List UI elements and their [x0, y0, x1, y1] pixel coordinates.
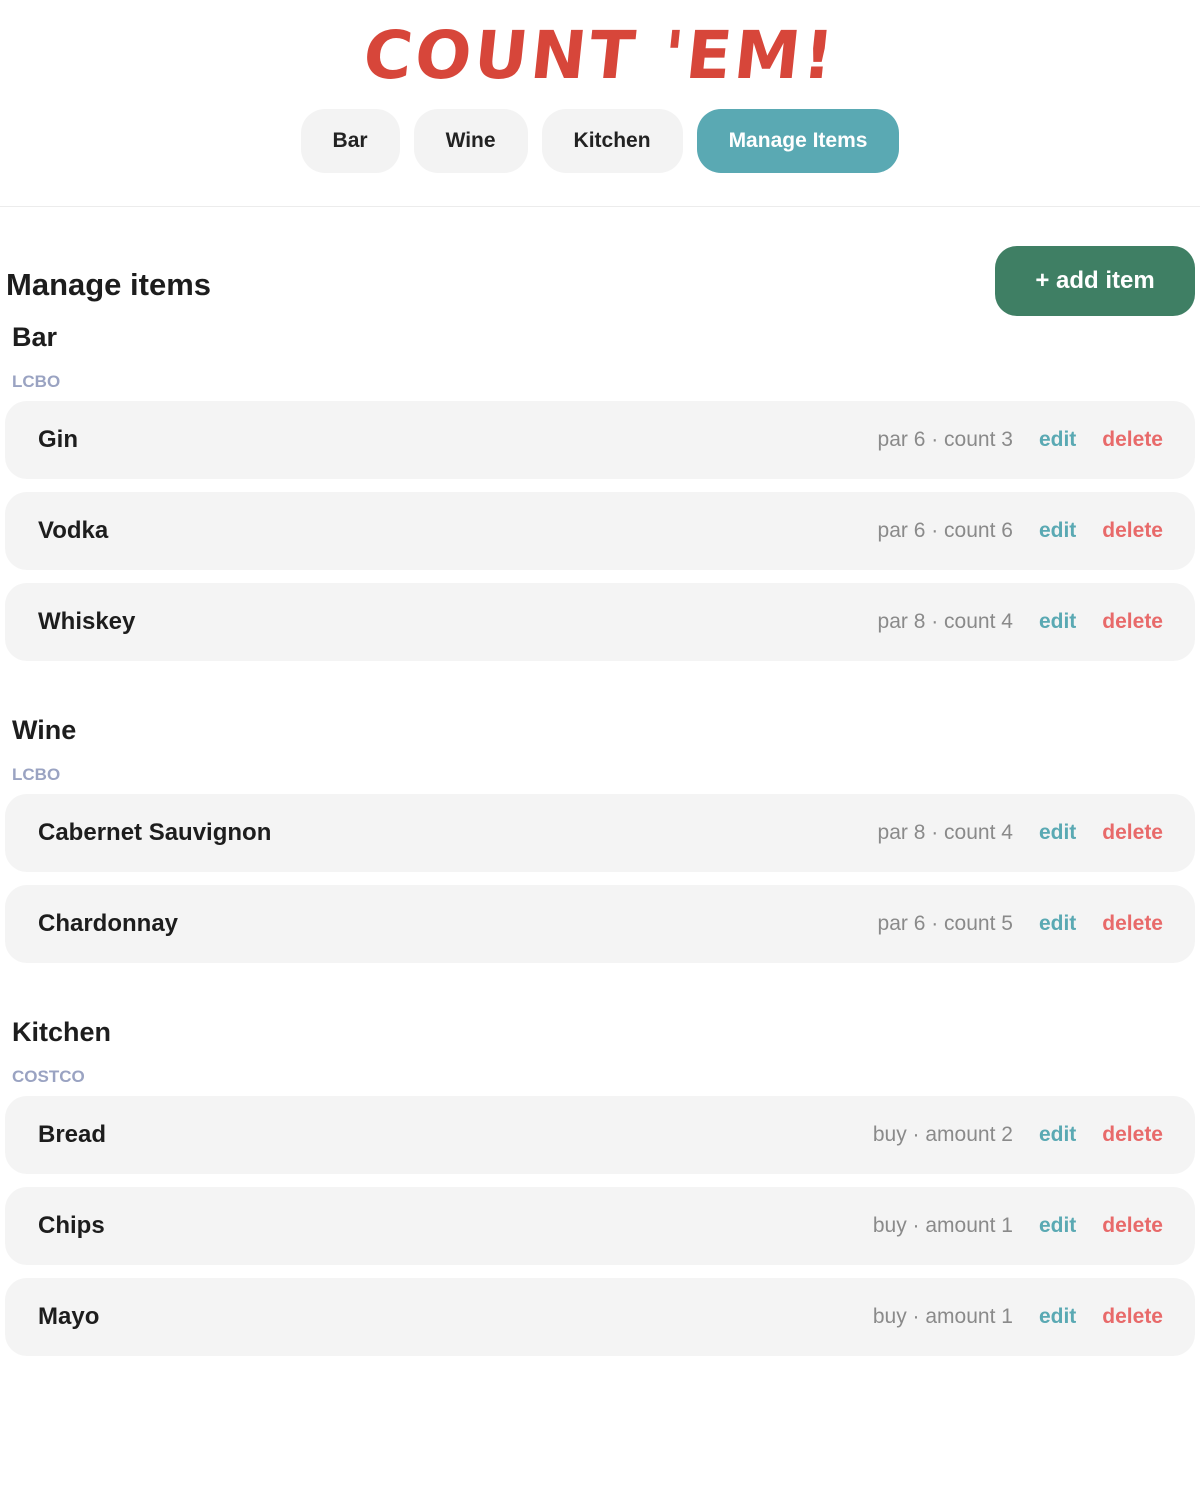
item-name: Vodka — [38, 517, 109, 544]
item-row: Cabernet Sauvignon par 8 · count 4 edit … — [5, 794, 1195, 872]
tab-wine[interactable]: Wine — [413, 109, 528, 173]
supplier-label: LCBO — [12, 372, 61, 391]
edit-link[interactable]: edit — [1039, 912, 1076, 936]
item-meta: par 8 · count 4 — [877, 610, 1013, 633]
item-row: Whiskey par 8 · count 4 edit delete — [5, 583, 1195, 661]
delete-link[interactable]: delete — [1102, 821, 1163, 845]
tab-bar[interactable]: Bar — [300, 109, 400, 173]
item-name: Gin — [38, 426, 78, 453]
delete-link[interactable]: delete — [1102, 428, 1163, 452]
item-name: Chardonnay — [38, 910, 179, 937]
item-row: Chardonnay par 6 · count 5 edit delete — [5, 885, 1195, 963]
item-row: Gin par 6 · count 3 edit delete — [5, 401, 1195, 479]
edit-link[interactable]: edit — [1039, 1305, 1076, 1329]
section-wine: Wine LCBO Cabernet Sauvignon par 8 · cou… — [0, 710, 1200, 963]
edit-link[interactable]: edit — [1039, 519, 1076, 543]
section-title: Bar — [12, 322, 58, 352]
section-title: Kitchen — [12, 1017, 112, 1047]
supplier-label: LCBO — [12, 765, 61, 784]
edit-link[interactable]: edit — [1039, 428, 1076, 452]
item-name: Bread — [38, 1121, 107, 1148]
app-header: COUNT 'EM! Bar Wine Kitchen Manage Items — [0, 0, 1200, 207]
edit-link[interactable]: edit — [1039, 1214, 1076, 1238]
item-meta: par 6 · count 6 — [877, 519, 1013, 542]
main-nav: Bar Wine Kitchen Manage Items — [0, 109, 1200, 173]
tab-manage-items[interactable]: Manage Items — [696, 109, 900, 173]
item-row: Bread buy · amount 2 edit delete — [5, 1096, 1195, 1174]
app-logo: COUNT 'EM! — [359, 17, 841, 94]
page-title: Manage items — [6, 267, 212, 302]
delete-link[interactable]: delete — [1102, 519, 1163, 543]
section-kitchen: Kitchen COSTCO Bread buy · amount 2 edit… — [0, 1012, 1200, 1356]
edit-link[interactable]: edit — [1039, 821, 1076, 845]
item-meta: par 6 · count 5 — [877, 912, 1013, 935]
item-meta: buy · amount 1 — [872, 1214, 1013, 1237]
item-meta: par 8 · count 4 — [877, 821, 1013, 844]
section-bar: Bar LCBO Gin par 6 · count 3 edit delete… — [0, 317, 1200, 661]
delete-link[interactable]: delete — [1102, 1214, 1163, 1238]
item-meta: buy · amount 1 — [872, 1305, 1013, 1328]
item-name: Chips — [38, 1212, 105, 1239]
supplier-label: COSTCO — [12, 1067, 85, 1086]
item-name: Mayo — [38, 1303, 100, 1330]
delete-link[interactable]: delete — [1102, 1123, 1163, 1147]
section-title: Wine — [12, 715, 77, 745]
item-row: Vodka par 6 · count 6 edit delete — [5, 492, 1195, 570]
item-meta: par 6 · count 3 — [877, 428, 1013, 451]
tab-kitchen[interactable]: Kitchen — [541, 109, 683, 173]
delete-link[interactable]: delete — [1102, 912, 1163, 936]
item-row: Chips buy · amount 1 edit delete — [5, 1187, 1195, 1265]
item-name: Whiskey — [38, 608, 136, 635]
item-row: Mayo buy · amount 1 edit delete — [5, 1278, 1195, 1356]
delete-link[interactable]: delete — [1102, 610, 1163, 634]
delete-link[interactable]: delete — [1102, 1305, 1163, 1329]
edit-link[interactable]: edit — [1039, 610, 1076, 634]
item-meta: buy · amount 2 — [872, 1123, 1013, 1146]
page-header: Manage items + add item — [0, 207, 1200, 317]
add-item-button[interactable]: + add item — [995, 246, 1195, 316]
item-name: Cabernet Sauvignon — [38, 819, 272, 846]
edit-link[interactable]: edit — [1039, 1123, 1076, 1147]
